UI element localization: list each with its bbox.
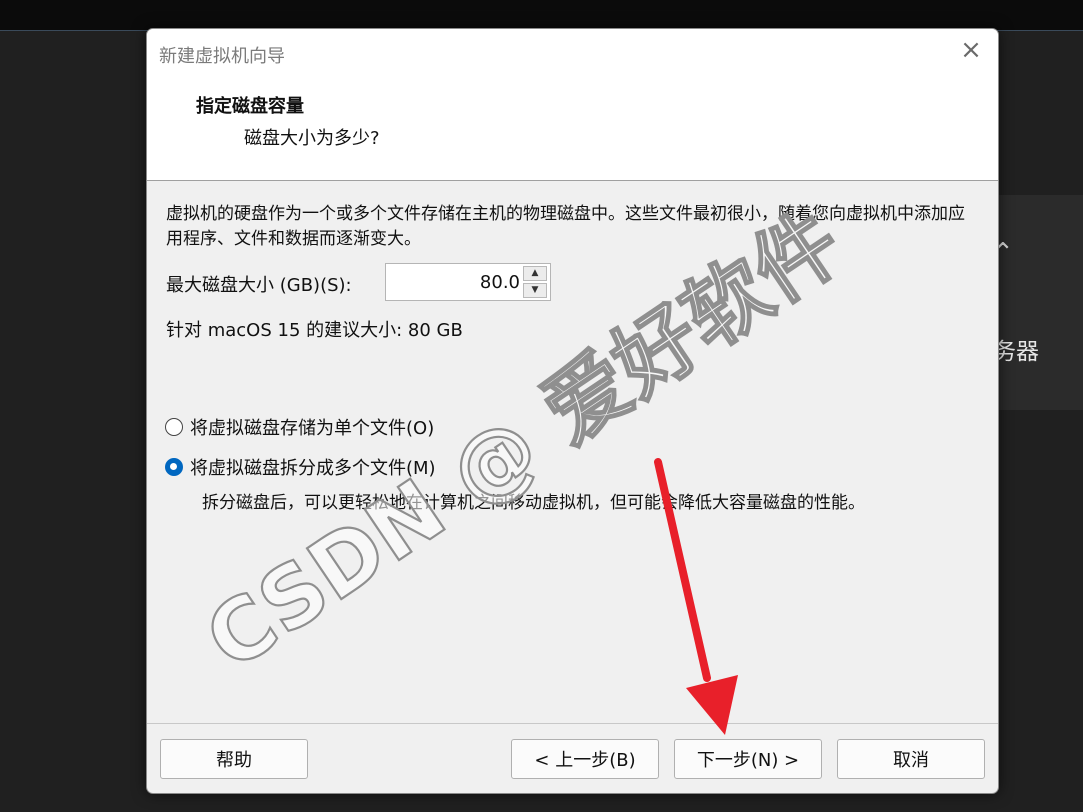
disk-description: 虚拟机的硬盘作为一个或多个文件存储在主机的物理磁盘中。这些文件最初很小，随着您向… [166, 204, 965, 249]
chevron-up-icon[interactable]: ▲ [523, 266, 547, 281]
help-button[interactable]: 帮助 [160, 739, 308, 779]
max-disk-size-stepper: ▲ ▼ [385, 263, 551, 301]
back-button[interactable]: < 上一步(B) [511, 739, 659, 779]
top-bar [0, 0, 1083, 31]
background-panel [995, 195, 1083, 410]
radio-label: 将虚拟磁盘存储为单个文件(O) [190, 418, 435, 439]
radio-button[interactable] [165, 418, 183, 436]
dialog-title: 新建虚拟机向导 [159, 46, 285, 67]
footer-divider [147, 723, 998, 724]
dialog-header: 新建虚拟机向导 × 指定磁盘容量 磁盘大小为多少? [147, 29, 998, 181]
background-partial-text: 务器 [993, 339, 1039, 365]
radio-split-files[interactable]: 将虚拟磁盘拆分成多个文件(M) [165, 454, 436, 480]
radio-button[interactable] [165, 458, 183, 476]
recommended-size: 针对 macOS 15 的建议大小: 80 GB [166, 320, 463, 341]
page-heading: 指定磁盘容量 [196, 96, 304, 117]
close-icon[interactable]: × [958, 37, 984, 63]
chevron-down-icon[interactable]: ▼ [523, 283, 547, 298]
page-subheading: 磁盘大小为多少? [244, 128, 380, 149]
next-button[interactable]: 下一步(N) > [674, 739, 822, 779]
max-disk-size-input[interactable] [386, 264, 522, 300]
new-vm-wizard-dialog: 新建虚拟机向导 × 指定磁盘容量 磁盘大小为多少? 虚拟机的硬盘作为一个或多个文… [146, 28, 999, 794]
cancel-button[interactable]: 取消 [837, 739, 985, 779]
split-description: 拆分磁盘后，可以更轻松地在计算机之间移动虚拟机，但可能会降低大容量磁盘的性能。 [202, 493, 865, 513]
radio-single-file[interactable]: 将虚拟磁盘存储为单个文件(O) [165, 414, 434, 440]
max-disk-size-label: 最大磁盘大小 (GB)(S): [166, 275, 352, 296]
radio-label: 将虚拟磁盘拆分成多个文件(M) [190, 458, 436, 479]
